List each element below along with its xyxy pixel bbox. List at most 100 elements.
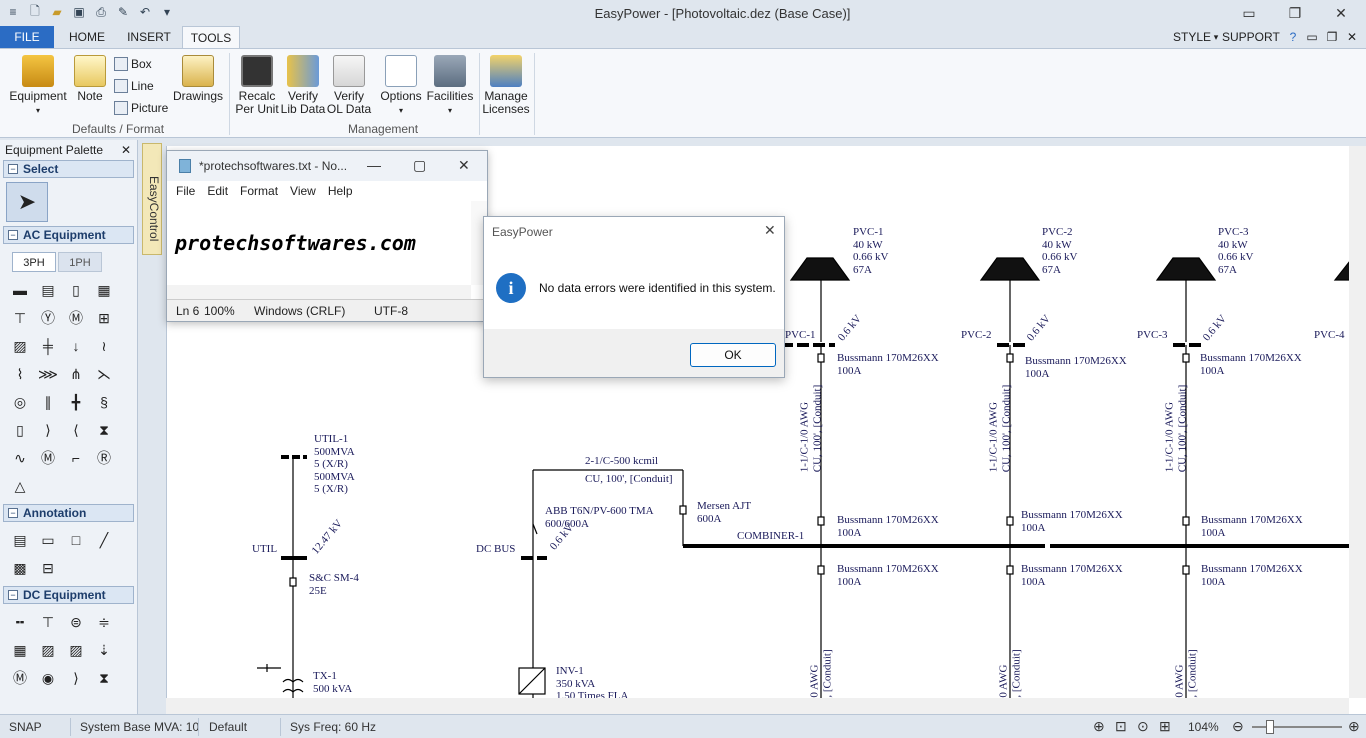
palette-close-icon[interactable]: ✕ <box>121 140 131 160</box>
filter-icon[interactable]: ⋔ <box>62 360 90 388</box>
delta-icon[interactable]: △ <box>6 472 34 500</box>
fuse-icon[interactable]: ▯ <box>6 416 34 444</box>
dc-breaker-icon[interactable]: ⧗ <box>90 664 118 692</box>
section-ac-equipment[interactable]: − AC Equipment <box>3 226 134 244</box>
section-select[interactable]: − Select <box>3 160 134 178</box>
relay-icon[interactable]: ⋋ <box>90 360 118 388</box>
tie-icon[interactable]: ∿ <box>6 444 34 472</box>
mdi-close-icon[interactable]: ✕ <box>1345 26 1359 48</box>
mcc-icon[interactable]: ▯ <box>62 276 90 304</box>
restore-icon[interactable]: ❐ <box>1272 0 1318 26</box>
dc-source-icon[interactable]: ⊜ <box>62 608 90 636</box>
section-annotation[interactable]: − Annotation <box>3 504 134 522</box>
options-button[interactable]: Options ▾ <box>378 55 424 117</box>
menu-file[interactable]: File <box>176 184 195 198</box>
mdi-restore-icon[interactable]: ❐ <box>1325 26 1339 48</box>
cable-icon[interactable]: ╪ <box>34 332 62 360</box>
tab-tools[interactable]: TOOLS <box>182 26 240 48</box>
switch-icon[interactable]: ⟩ <box>34 416 62 444</box>
notepad-minimize-icon[interactable]: — <box>367 157 381 173</box>
small-motor-icon[interactable]: Ⓜ <box>34 444 62 472</box>
zoom-window-icon[interactable]: ⊡ <box>1115 718 1127 735</box>
drawings-button[interactable]: Drawings <box>172 55 224 103</box>
zoom-in-icon[interactable]: ⊕ <box>1348 718 1360 735</box>
help-icon[interactable]: ? <box>1285 26 1301 48</box>
menu-format[interactable]: Format <box>240 184 278 198</box>
battery-icon[interactable]: ≑ <box>90 608 118 636</box>
arrow-load-icon[interactable]: ↓ <box>62 332 90 360</box>
vertical-scrollbar[interactable] <box>1349 146 1366 698</box>
box-button[interactable]: Box <box>114 57 152 71</box>
text-note-icon[interactable]: ▤ <box>6 526 34 554</box>
reactor-icon[interactable]: ≀ <box>90 332 118 360</box>
callout-icon[interactable]: ▭ <box>34 526 62 554</box>
ct-icon[interactable]: ╋ <box>62 388 90 416</box>
notepad-close-icon[interactable]: ✕ <box>458 157 470 174</box>
capacitor-icon[interactable]: ∥ <box>34 388 62 416</box>
section-dc-equipment[interactable]: − DC Equipment <box>3 586 134 604</box>
r-icon[interactable]: Ⓡ <box>90 444 118 472</box>
facilities-button[interactable]: Facilities ▾ <box>424 55 476 117</box>
line-button[interactable]: Line <box>114 79 154 93</box>
ups-icon[interactable]: ◎ <box>6 388 34 416</box>
dc-utility-icon[interactable]: ⊤ <box>34 608 62 636</box>
tab-3ph[interactable]: 3PH <box>12 252 56 272</box>
horizontal-scrollbar[interactable] <box>166 698 1349 714</box>
transformer-icon[interactable]: ▨ <box>6 332 34 360</box>
notepad-maximize-icon[interactable]: ▢ <box>413 157 426 174</box>
pv-array-icon[interactable]: ▦ <box>6 636 34 664</box>
meter-icon[interactable]: ⌐ <box>62 444 90 472</box>
style-dropdown-icon[interactable]: ▾ <box>1212 26 1220 48</box>
panel-icon[interactable]: ▤ <box>34 276 62 304</box>
tab-1ph[interactable]: 1PH <box>58 252 102 272</box>
dc-bus-icon[interactable]: ╍ <box>6 608 34 636</box>
close-icon[interactable]: ✕ <box>1318 0 1364 26</box>
tab-insert[interactable]: INSERT <box>120 26 178 48</box>
image-annotation-icon[interactable]: ▩ <box>6 554 34 582</box>
style-menu[interactable]: STYLE <box>1172 26 1212 48</box>
zoom-out-icon[interactable]: ⊖ <box>1232 718 1244 735</box>
charger-icon[interactable]: ▨ <box>62 636 90 664</box>
zoom-select-icon[interactable]: ⊙ <box>1137 718 1149 735</box>
inverter-icon[interactable]: ▨ <box>34 636 62 664</box>
dc-switch-icon[interactable]: ⟩ <box>62 664 90 692</box>
manage-licenses-button[interactable]: Manage Licenses <box>482 55 530 116</box>
bus-icon[interactable]: ▬ <box>6 276 34 304</box>
menu-help[interactable]: Help <box>328 184 353 198</box>
equipment-button[interactable]: Equipment ▾ <box>8 55 68 117</box>
dc-load-icon[interactable]: ◉ <box>34 664 62 692</box>
box-annotation-icon[interactable]: □ <box>62 526 90 554</box>
notepad-text[interactable]: protechsoftwares.com <box>175 231 416 255</box>
breaker-icon[interactable]: ⌇ <box>6 360 34 388</box>
switchboard-icon[interactable]: ▦ <box>90 276 118 304</box>
support-menu[interactable]: SUPPORT <box>1222 26 1280 48</box>
menu-edit[interactable]: Edit <box>207 184 228 198</box>
hierarchy-icon[interactable]: ⊟ <box>34 554 62 582</box>
line-annotation-icon[interactable]: ╱ <box>90 526 118 554</box>
disconnect-icon[interactable]: ⟨ <box>62 416 90 444</box>
mcp-icon[interactable]: ⧗ <box>90 416 118 444</box>
recalc-per-unit-button[interactable]: Recalc Per Unit <box>234 55 280 116</box>
notepad-hscroll[interactable] <box>167 285 471 299</box>
zoom-all-icon[interactable]: ⊞ <box>1159 718 1171 735</box>
dc-fuse-icon[interactable]: ⇣ <box>90 636 118 664</box>
minimize-icon[interactable]: ▭ <box>1226 0 1272 26</box>
utility-icon[interactable]: ⊤ <box>6 304 34 332</box>
dialog-close-icon[interactable]: ✕ <box>764 222 776 239</box>
note-button[interactable]: Note <box>70 55 110 103</box>
generator-icon[interactable]: Ⓨ <box>34 304 62 332</box>
motor-icon[interactable]: Ⓜ <box>62 304 90 332</box>
snap-status[interactable]: SNAP <box>9 720 42 734</box>
easycontrol-tab[interactable]: EasyControl <box>142 143 162 255</box>
tab-home[interactable]: HOME <box>60 26 114 48</box>
load-icon[interactable]: ⊞ <box>90 304 118 332</box>
mdi-minimize-icon[interactable]: ▭ <box>1305 26 1319 48</box>
menu-view[interactable]: View <box>290 184 316 198</box>
select-pointer-icon[interactable]: ➤ <box>6 182 48 222</box>
three-winding-icon[interactable]: ⋙ <box>34 360 62 388</box>
dc-motor-icon[interactable]: Ⓜ <box>6 664 34 692</box>
verify-ol-data-button[interactable]: Verify OL Data <box>326 55 372 116</box>
verify-lib-data-button[interactable]: Verify Lib Data <box>280 55 326 116</box>
tab-file[interactable]: FILE <box>0 26 54 48</box>
picture-button[interactable]: Picture <box>114 101 168 115</box>
